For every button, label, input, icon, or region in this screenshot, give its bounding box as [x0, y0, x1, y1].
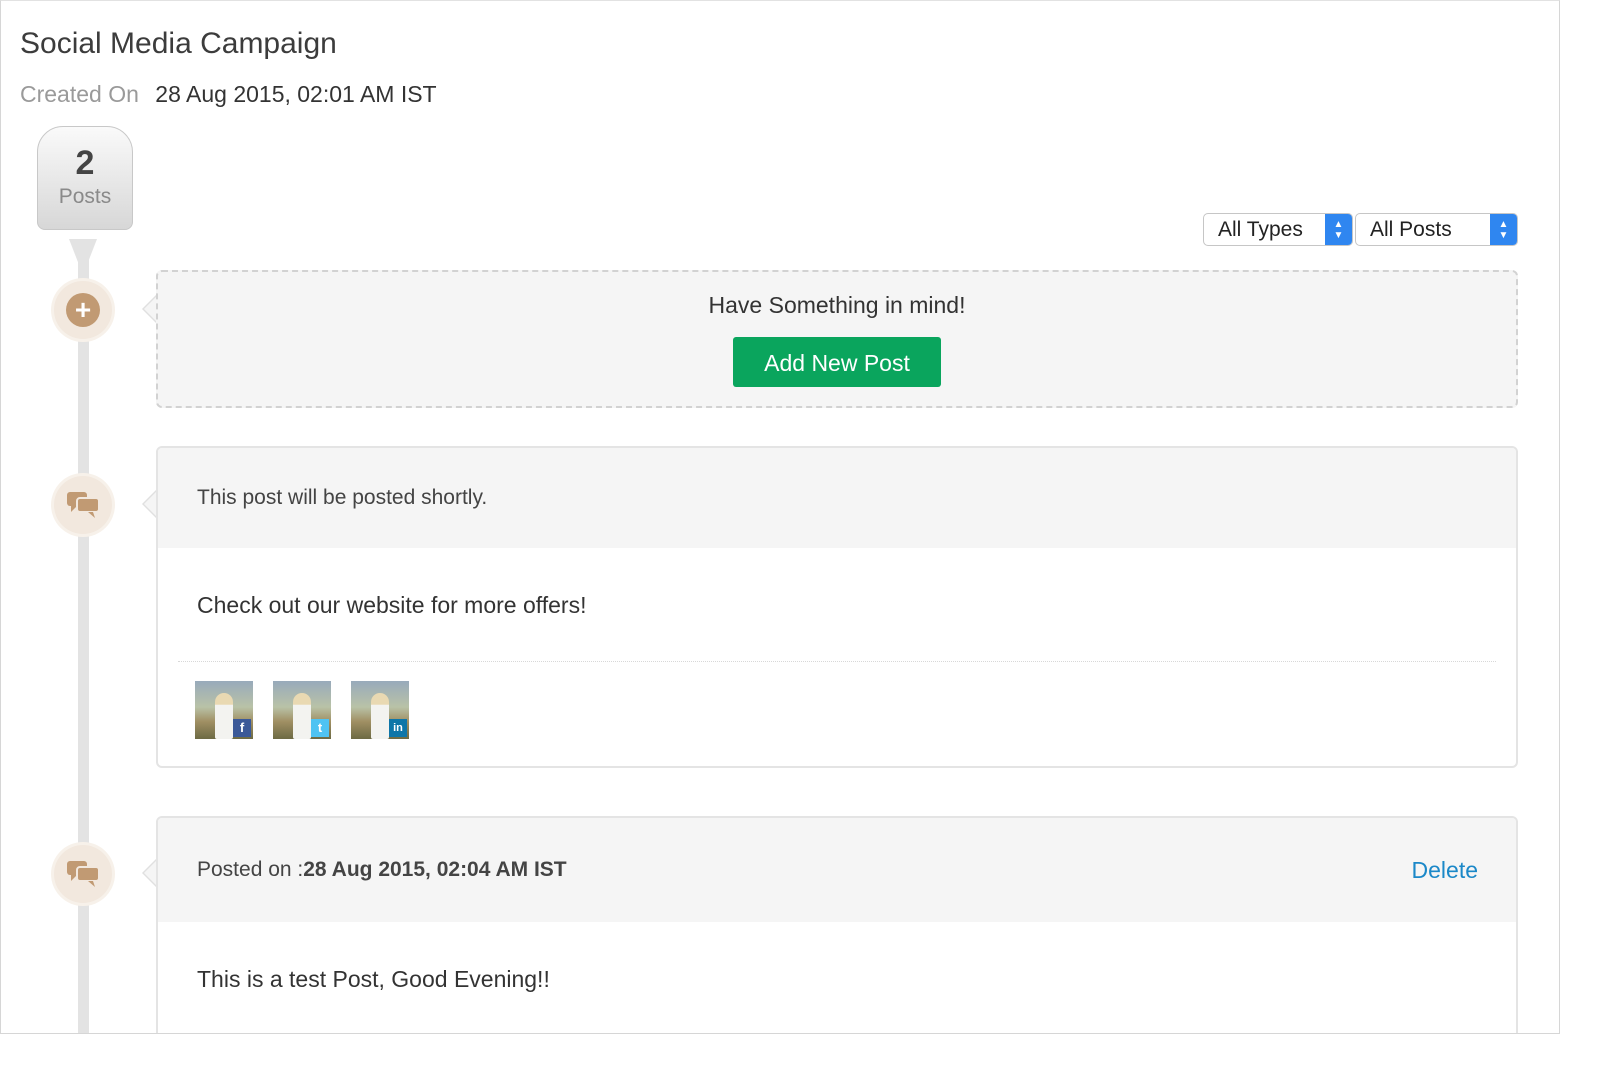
- timeline-connector: [69, 239, 97, 275]
- card-pointer: [142, 859, 156, 887]
- post-count-label: Posts: [58, 185, 112, 208]
- avatar: [293, 693, 311, 739]
- card-pointer: [142, 490, 156, 518]
- created-on-label: Created On: [20, 81, 139, 107]
- timeline-add-node[interactable]: +: [54, 281, 112, 339]
- created-on-value: 28 Aug 2015, 02:01 AM IST: [155, 81, 437, 107]
- posts-filter-select[interactable]: All Posts ▲ ▼: [1355, 213, 1518, 246]
- timeline-line: [78, 239, 89, 1033]
- facebook-icon: f: [233, 719, 251, 737]
- campaign-panel: Social Media Campaign Created On 28 Aug …: [0, 0, 1560, 1034]
- chat-bubbles-icon: [67, 492, 100, 518]
- linkedin-account-thumb[interactable]: in: [351, 681, 409, 739]
- avatar: [215, 693, 233, 739]
- posts-filter-value: All Posts: [1370, 217, 1452, 241]
- post-content: This is a test Post, Good Evening!!: [197, 966, 550, 992]
- chat-bubbles-icon: [67, 861, 100, 887]
- type-filter-value: All Types: [1218, 217, 1303, 241]
- network-thumbnails: f t in: [158, 662, 1516, 739]
- timeline-post-node: [54, 476, 112, 534]
- created-on: Created On 28 Aug 2015, 02:01 AM IST: [20, 81, 437, 108]
- compose-card: Have Something in mind! Add New Post: [156, 270, 1518, 408]
- avatar: [371, 693, 389, 739]
- post-card: This post will be posted shortly. Check …: [156, 446, 1518, 768]
- post-card: Posted on : 28 Aug 2015, 02:04 AM IST De…: [156, 816, 1518, 1033]
- twitter-account-thumb[interactable]: t: [273, 681, 331, 739]
- compose-prompt: Have Something in mind!: [708, 292, 966, 318]
- posted-on-value: 28 Aug 2015, 02:04 AM IST: [303, 858, 567, 881]
- facebook-account-thumb[interactable]: f: [195, 681, 253, 739]
- post-count: 2: [75, 144, 95, 182]
- card-pointer: [142, 295, 156, 323]
- plus-circle-icon: +: [66, 293, 100, 327]
- post-count-bubble: 2 Posts: [37, 126, 133, 230]
- twitter-icon: t: [311, 719, 329, 737]
- post-card-header: This post will be posted shortly.: [158, 448, 1516, 548]
- post-content: Check out our website for more offers!: [197, 592, 587, 618]
- post-card-header: Posted on : 28 Aug 2015, 02:04 AM IST De…: [158, 818, 1516, 922]
- type-filter-select[interactable]: All Types ▲ ▼: [1203, 213, 1353, 246]
- linkedin-icon: in: [389, 719, 407, 737]
- post-status: This post will be posted shortly.: [197, 486, 488, 509]
- select-arrows-icon: ▲ ▼: [1490, 214, 1517, 245]
- select-arrows-icon: ▲ ▼: [1325, 214, 1352, 245]
- delete-post-link[interactable]: Delete: [1412, 857, 1478, 884]
- timeline-post-node: [54, 845, 112, 903]
- posted-on-label: Posted on :: [197, 858, 304, 881]
- add-new-post-button[interactable]: Add New Post: [733, 337, 941, 387]
- page-title: Social Media Campaign: [20, 27, 337, 60]
